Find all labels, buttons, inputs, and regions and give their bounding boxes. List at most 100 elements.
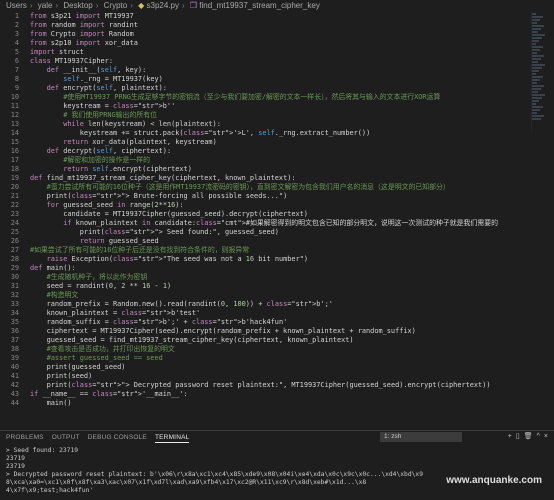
line-number: 18 [10,165,19,173]
code-line[interactable]: 14 keystream += struct.pack(class="str">… [0,129,548,138]
code-line[interactable]: 26 return guessed_seed [0,237,548,246]
tab-debug-console[interactable]: DEBUG CONSOLE [88,433,147,443]
code-line[interactable]: 19 def find_mt19937_stream_cipher_key(cip… [0,174,548,183]
code-line[interactable]: 25 print(class="str">"> Seed found:", gu… [0,228,548,237]
breadcrumb-item-yale[interactable]: yale [38,1,53,10]
chevron-right-icon: › [55,1,59,10]
minimap-line [532,70,539,72]
code-line[interactable]: 34 known_plaintext = class="str">b'test' [0,309,548,318]
minimap-line [532,37,542,39]
minimap-line [532,43,536,45]
code-line[interactable]: 22 for guessed_seed in range(2**16): [0,201,548,210]
code-line[interactable]: 3 from Crypto import Random [0,30,548,39]
code-line[interactable]: 21 print(class="str">"> Brute-forcing al… [0,192,548,201]
breadcrumb-item-file[interactable]: s3p24.py [147,1,179,10]
code-line[interactable]: 5 import struct [0,48,548,57]
breadcrumb-item-users[interactable]: Users [6,1,27,10]
code-line[interactable]: 37 guessed_seed = find_mt19937_stream_ci… [0,336,548,345]
tab-terminal[interactable]: TERMINAL [154,433,190,443]
code-text: random_prefix = Random.new().read(randin… [30,300,333,308]
code-line[interactable]: 13 while len(keystream) < len(plaintext)… [0,120,548,129]
terminal-output[interactable]: > Seed found: 23719 23719 23719 > Decrypted… [6,447,552,495]
code-text: #构造明文 [30,291,79,299]
line-number: 11 [10,102,19,110]
line-number: 38 [10,345,19,353]
line-number: 1 [14,12,19,20]
terminal-select[interactable]: 1: zsh [380,432,462,442]
code-line[interactable]: 7 def __init__(self, key): [0,66,548,75]
panel-actions: + ▯ 🗑 ^ × [508,432,548,442]
add-terminal-icon[interactable]: + [508,432,512,442]
code-text: seed = randint(0, 2 ** 16 - 1) [30,282,172,290]
code-line[interactable]: 31 seed = randint(0, 2 ** 16 - 1) [0,282,548,291]
code-line[interactable]: 16 def decrypt(self, ciphertext): [0,147,548,156]
minimap-line [532,64,545,66]
code-line[interactable]: 33 random_prefix = Random.new().read(ran… [0,300,548,309]
code-text: return self.encrypt(ciphertext) [63,165,192,173]
line-number: 6 [14,57,19,65]
code-line[interactable]: 35 random_suffix = class="str">b';' + cl… [0,318,548,327]
minimap-line [532,16,543,18]
line-number: 26 [10,237,19,245]
minimap-line [532,19,540,21]
minimap-line [532,61,538,63]
code-line[interactable]: 27 #如果尝试了所有可能的16位种子后还是没有找到符合条件的，则报异常 [0,246,548,255]
code-line[interactable]: 32 #构造明文 [0,291,548,300]
code-line[interactable]: 1 from s3p21 import MT19937 [0,12,548,21]
close-icon[interactable]: × [544,432,548,442]
tab-output[interactable]: OUTPUT [52,433,80,443]
code-text: print(class="str">"> Brute-forcing all p… [30,192,288,200]
minimap[interactable] [531,12,546,132]
minimap-line [532,91,538,93]
code-line[interactable]: 12 # 我们使用PRNG输出的所有位 [0,111,548,120]
watermark: www.anquanke.com [446,475,542,486]
code-line[interactable]: 4 from s2p10 import xor_data [0,39,548,48]
trash-icon[interactable]: 🗑 [524,432,533,442]
code-line[interactable]: 11 keystream = class="str">b'' [0,102,548,111]
code-line[interactable]: 40 print(guessed_seed) [0,363,548,372]
terminal-line: 4\x7f\x9;test;hack4fun' [6,487,94,494]
code-line[interactable]: 6 class MT19937Cipher: [0,57,548,66]
code-line[interactable]: 39 #assert guessed_seed == seed [0,354,548,363]
code-line[interactable]: 24 if known_plaintext in candidate:class… [0,219,548,228]
code-line[interactable]: 38 #查看攻击是否成功，并打印出恢复的明文 [0,345,548,354]
minimap-line [532,97,542,99]
line-number: 19 [10,174,19,182]
line-number: 12 [10,111,19,119]
tab-problems[interactable]: PROBLEMS [6,433,44,443]
minimap-line [532,73,536,75]
code-line[interactable]: 28 raise Exception(class="str">"The seed… [0,255,548,264]
code-line[interactable]: 36 ciphertext = MT19937Cipher(seed).encr… [0,327,548,336]
minimap-line [532,82,537,84]
code-editor[interactable]: 1 from s3p21 import MT19937 2 from random i… [0,12,554,430]
code-text: main() [30,399,72,407]
chevron-right-icon: › [29,1,33,10]
breadcrumb-item-desktop[interactable]: Desktop [63,1,92,10]
code-line[interactable]: 23 candidate = MT19937Cipher(guessed_see… [0,210,548,219]
code-line[interactable]: 2 from random import randint [0,21,548,30]
line-number: 36 [10,327,19,335]
code-text: from s2p10 import xor_data [30,39,138,47]
code-line[interactable]: 41 print(seed) [0,372,548,381]
minimap-line [532,22,537,24]
code-line[interactable]: 15 return xor_data(plaintext, keystream) [0,138,548,147]
code-line[interactable]: 30 #生成随机种子，将以此作为密钥 [0,273,548,282]
code-line[interactable]: 17 #解密和加密的操作是一样的 [0,156,548,165]
breadcrumb-item-symbol[interactable]: find_mt19937_stream_cipher_key [199,1,320,10]
code-line[interactable]: 20 #蛮力尝试所有可能的16位种子（这是用作MT19937流密码的密钥），直到… [0,183,548,192]
terminal-line: 23719 [6,455,25,462]
minimap-line [532,79,540,81]
maximize-icon[interactable]: ^ [537,432,540,442]
code-line[interactable]: 42 print(class="str">"> Decrypted passwo… [0,381,548,390]
code-line[interactable]: 43 if __name__ == class="str">'__main__': [0,390,548,399]
split-terminal-icon[interactable]: ▯ [516,432,520,442]
code-line[interactable]: 18 return self.encrypt(ciphertext) [0,165,548,174]
code-line[interactable]: 44 main() [0,399,548,408]
code-line[interactable]: 10 #使用MT19937 PRNG生成足够字节的密钥流（至少与我们要加密/解密… [0,93,548,102]
code-line[interactable]: 29 def main(): [0,264,548,273]
function-symbol-icon: ❒ [189,1,198,10]
code-line[interactable]: 9 def encrypt(self, plaintext): [0,84,548,93]
code-line[interactable]: 8 self._rng = MT19937(key) [0,75,548,84]
breadcrumb-item-crypto[interactable]: Crypto [104,1,128,10]
code-text: print(class="str">"> Decrypted password … [30,381,491,389]
